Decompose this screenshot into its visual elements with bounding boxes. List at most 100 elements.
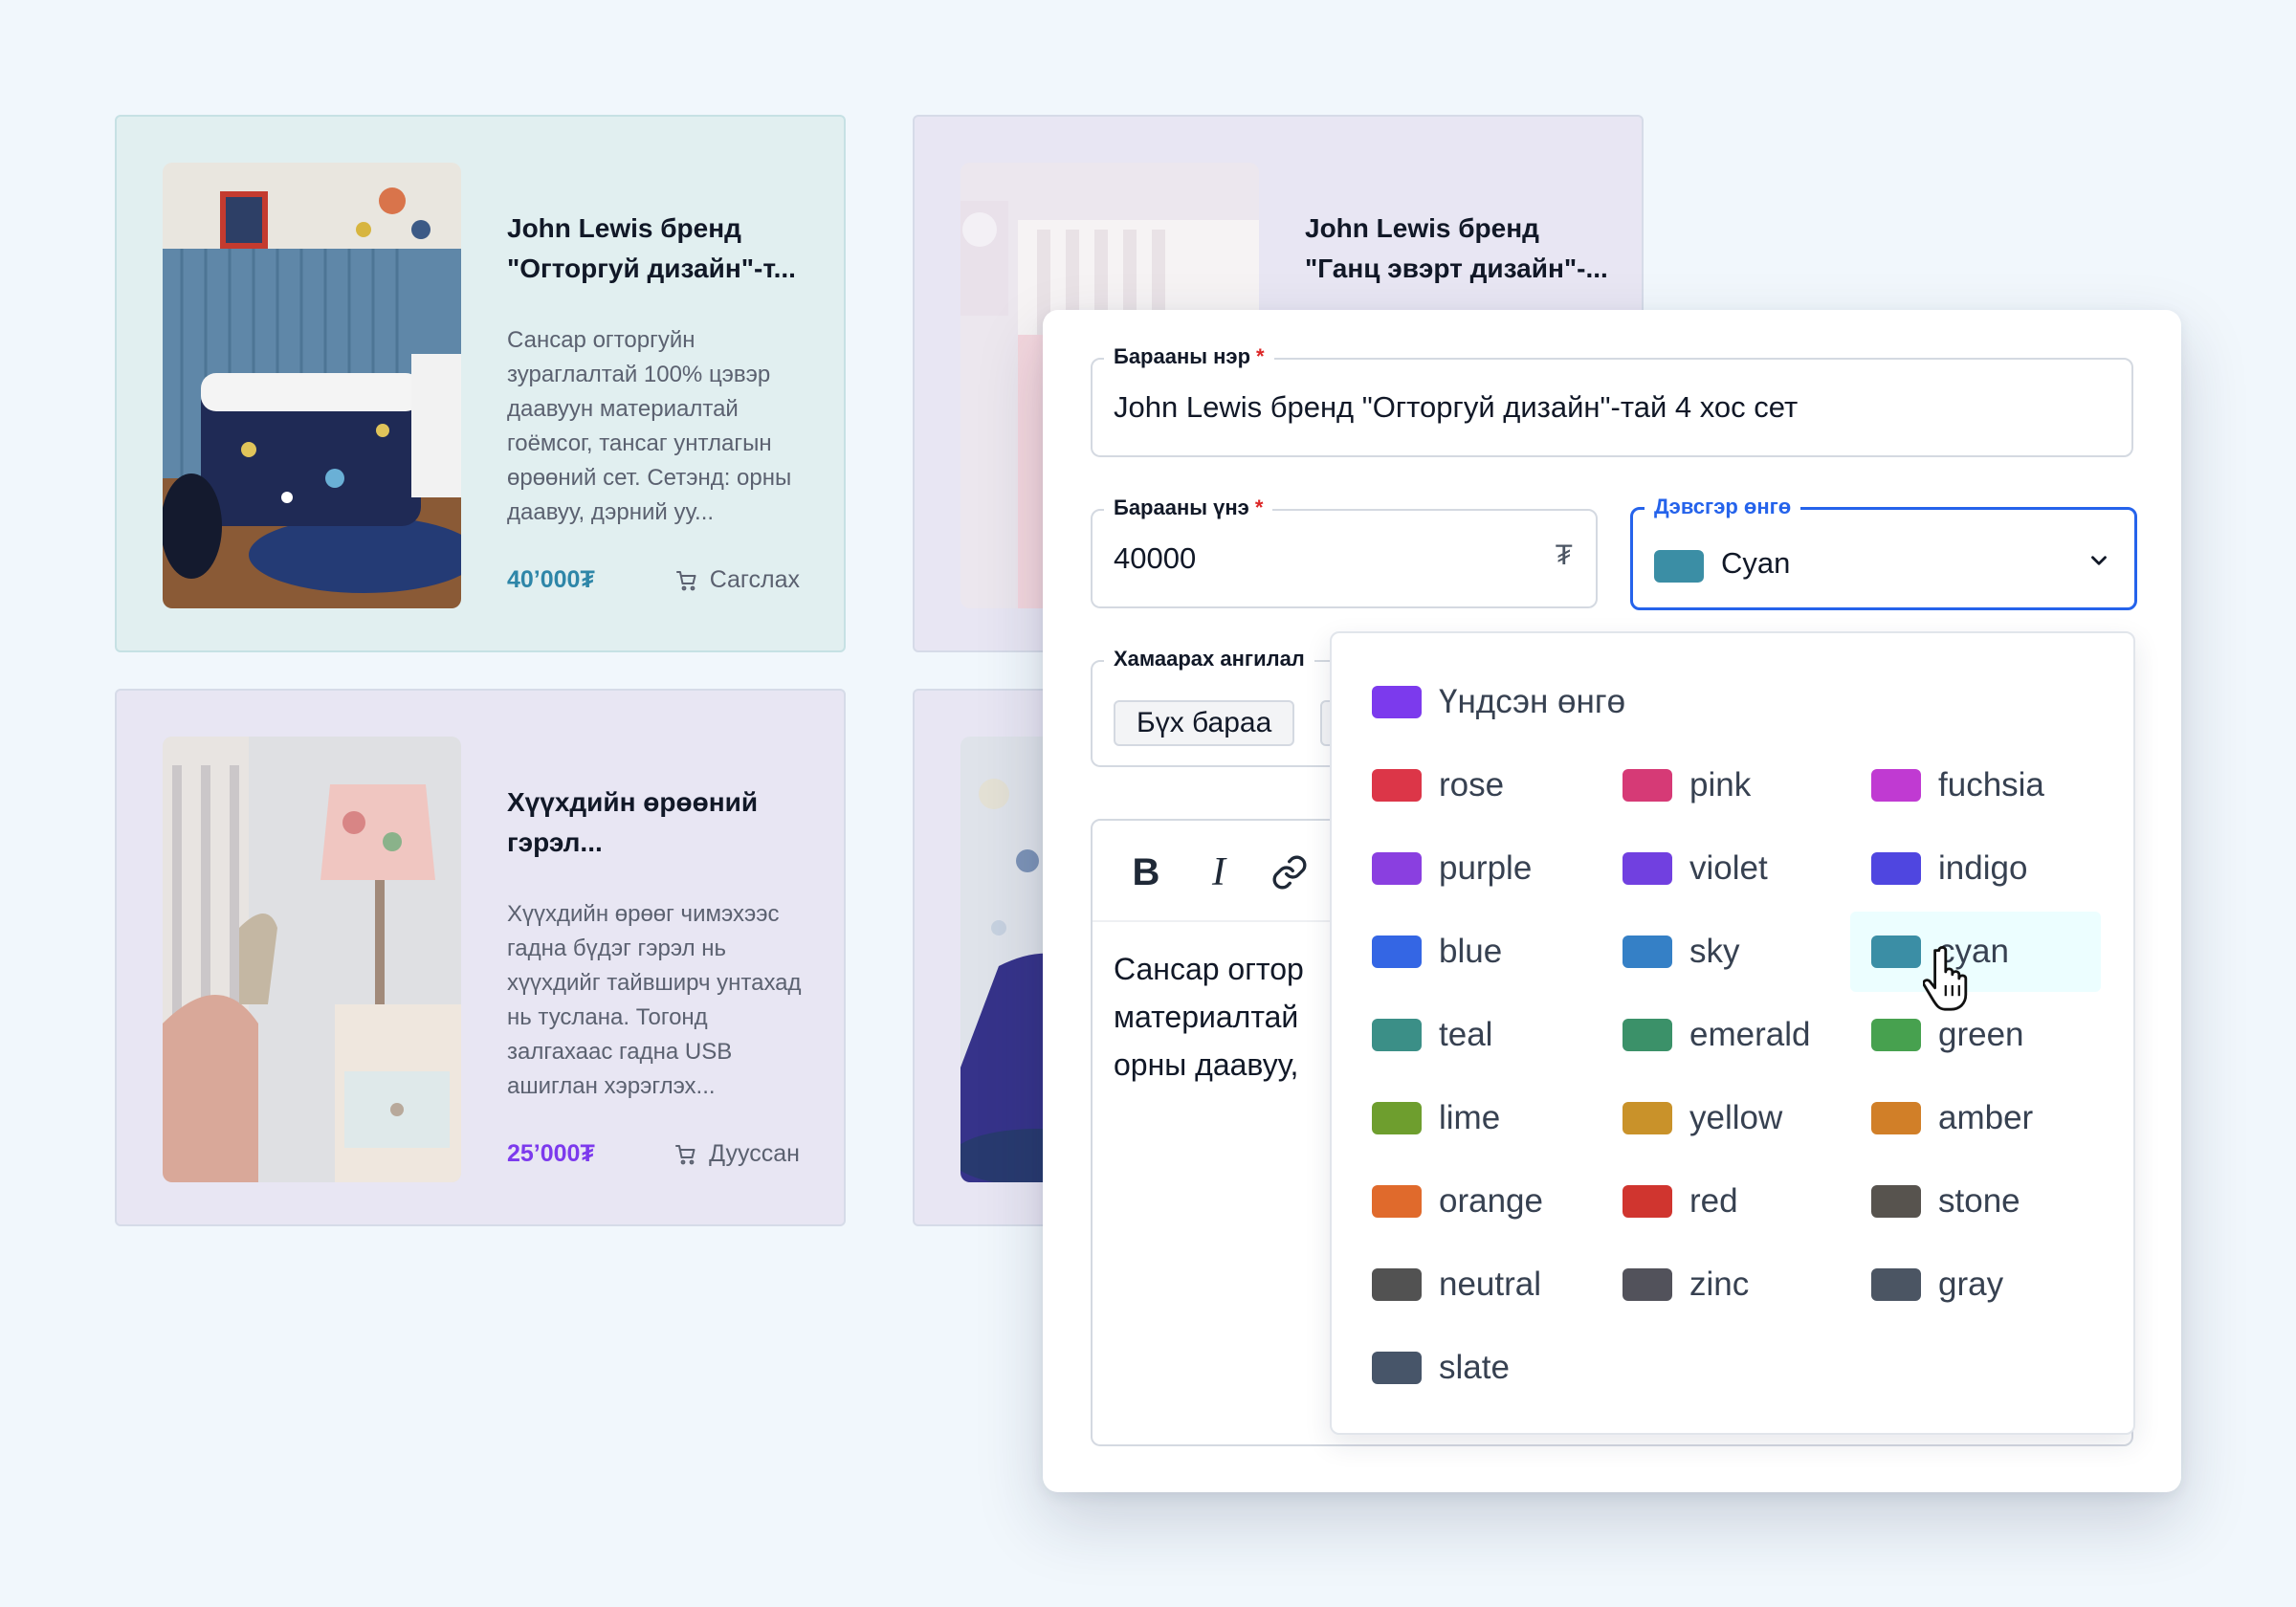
color-option-emerald[interactable]: emerald	[1582, 995, 1833, 1075]
background-color-select[interactable]: Дэвсгэр өнгө Cyan	[1630, 495, 2137, 610]
sold-out-button[interactable]: Дууссан	[674, 1140, 800, 1168]
product-name-field[interactable]: Барааны нэр * John Lewis бренд "Огторгуй …	[1091, 344, 2133, 457]
color-swatch	[1871, 852, 1921, 885]
currency-icon: ₮	[1555, 539, 1573, 571]
color-option-yellow[interactable]: yellow	[1582, 1078, 1833, 1158]
color-swatch	[1372, 936, 1422, 968]
color-swatch	[1372, 686, 1422, 718]
color-option-orange[interactable]: orange	[1332, 1161, 1582, 1242]
product-title: John Lewis бренд "Огторгуй дизайн"-т...	[507, 213, 796, 283]
product-image	[163, 737, 461, 1182]
color-swatch	[1372, 1019, 1422, 1051]
editor-line: материалтай	[1114, 1000, 1299, 1034]
color-swatch	[1372, 769, 1422, 802]
add-to-cart-button[interactable]: Сагслах	[675, 566, 800, 594]
color-option-label: pink	[1689, 766, 1752, 804]
color-option-label: violet	[1689, 849, 1768, 887]
color-option-label: lime	[1439, 1099, 1501, 1136]
color-option-pink[interactable]: pink	[1582, 745, 1833, 826]
color-swatch	[1372, 1102, 1422, 1134]
color-option-sky[interactable]: sky	[1582, 912, 1833, 992]
color-option-label: teal	[1439, 1016, 1493, 1053]
color-swatch	[1623, 852, 1672, 885]
color-swatch	[1623, 1268, 1672, 1301]
product-card[interactable]: Хүүхдийн өрөөний гэрэл... Хүүхдийн өрөөг…	[115, 689, 846, 1226]
color-option-label: neutral	[1439, 1266, 1542, 1303]
color-option-red[interactable]: red	[1582, 1161, 1833, 1242]
product-card[interactable]: John Lewis бренд "Огторгуй дизайн"-т... …	[115, 115, 846, 652]
color-swatch	[1871, 1185, 1921, 1218]
color-option-label: purple	[1439, 849, 1533, 887]
cart-icon	[675, 570, 696, 590]
color-option-stone[interactable]: stone	[1831, 1161, 2082, 1242]
selected-color-swatch	[1654, 550, 1704, 583]
color-option-rose[interactable]: rose	[1332, 745, 1582, 826]
color-option-indigo[interactable]: indigo	[1831, 828, 2082, 909]
color-option-label: stone	[1938, 1182, 2020, 1220]
sold-out-label: Дууссан	[709, 1140, 800, 1167]
product-name-input[interactable]: John Lewis бренд "Огторгуй дизайн"-тай 4…	[1114, 360, 1798, 455]
color-swatch	[1871, 936, 1921, 968]
product-price: 40’000₮	[507, 566, 595, 593]
category-chip[interactable]: Бүх бараа	[1114, 700, 1295, 746]
required-mark: *	[1254, 495, 1264, 519]
color-option-label: blue	[1439, 933, 1503, 970]
color-swatch	[1623, 1019, 1672, 1051]
color-option-neutral[interactable]: neutral	[1332, 1244, 1582, 1325]
editor-line: Сансар огтор	[1114, 952, 1304, 986]
color-option-label: sky	[1689, 933, 1740, 970]
color-swatch	[1372, 1185, 1422, 1218]
product-price-field[interactable]: Барааны үнэ * 40000 ₮	[1091, 495, 1598, 608]
color-option-label: slate	[1439, 1349, 1510, 1386]
color-option-violet[interactable]: violet	[1582, 828, 1833, 909]
editor-line: орны даавуу,	[1114, 1047, 1299, 1082]
italic-button[interactable]: I	[1188, 842, 1249, 903]
color-swatch	[1871, 1268, 1921, 1301]
color-option-label: green	[1938, 1016, 2024, 1053]
color-option-label: amber	[1938, 1099, 2034, 1136]
color-option-lime[interactable]: lime	[1332, 1078, 1582, 1158]
selected-color-value: Cyan	[1721, 546, 1791, 580]
product-price: 25’000₮	[507, 1140, 595, 1167]
product-description: Хүүхдийн өрөөг чимэхээс гадна бүдэг гэрэ…	[507, 901, 802, 1099]
category-label: Хамаарах ангилал	[1104, 647, 1314, 671]
color-option-label: rose	[1439, 766, 1505, 804]
color-option-label: yellow	[1689, 1099, 1783, 1136]
color-option-label: orange	[1439, 1182, 1543, 1220]
color-option-fuchsia[interactable]: fuchsia	[1831, 745, 2082, 826]
color-swatch	[1623, 1102, 1672, 1134]
background-color-label: Дэвсгэр өнгө	[1645, 495, 1801, 519]
color-option-slate[interactable]: slate	[1332, 1328, 1582, 1408]
cart-icon	[675, 1144, 695, 1164]
color-swatch	[1623, 769, 1672, 802]
link-icon	[1272, 855, 1307, 890]
color-swatch	[1372, 852, 1422, 885]
bold-button[interactable]: B	[1115, 842, 1177, 903]
chevron-down-icon[interactable]	[2086, 548, 2111, 573]
product-image	[163, 163, 461, 608]
color-dropdown: Үндсэн өнгө rose pink fuchsia purple vio…	[1330, 631, 2135, 1435]
color-option-amber[interactable]: amber	[1831, 1078, 2082, 1158]
color-option-label: gray	[1938, 1266, 2004, 1303]
color-option-label: zinc	[1689, 1266, 1750, 1303]
color-option-blue[interactable]: blue	[1332, 912, 1582, 992]
color-option-default[interactable]: Үндсэн өнгө	[1332, 662, 1867, 742]
color-swatch	[1871, 769, 1921, 802]
color-swatch	[1372, 1268, 1422, 1301]
color-swatch	[1623, 936, 1672, 968]
product-title: Хүүхдийн өрөөний гэрэл...	[507, 787, 759, 857]
color-swatch	[1871, 1019, 1921, 1051]
link-button[interactable]	[1259, 842, 1320, 903]
color-swatch	[1372, 1352, 1422, 1384]
product-description: Сансар огторгуйн зураглалтай 100% цэвэр …	[507, 327, 792, 525]
color-option-gray[interactable]: gray	[1831, 1244, 2082, 1325]
color-option-label: red	[1689, 1182, 1738, 1220]
product-price-input[interactable]: 40000	[1114, 511, 1196, 606]
color-option-teal[interactable]: teal	[1332, 995, 1582, 1075]
editor-content[interactable]: Сансар огтор материалтай орны даавуу,	[1114, 945, 1334, 1089]
hand-pointer-cursor-icon	[1923, 946, 1968, 1011]
color-swatch	[1623, 1185, 1672, 1218]
color-option-purple[interactable]: purple	[1332, 828, 1582, 909]
category-field[interactable]: Хамаарах ангилал Бүх бараа	[1091, 647, 1349, 767]
color-option-zinc[interactable]: zinc	[1582, 1244, 1833, 1325]
